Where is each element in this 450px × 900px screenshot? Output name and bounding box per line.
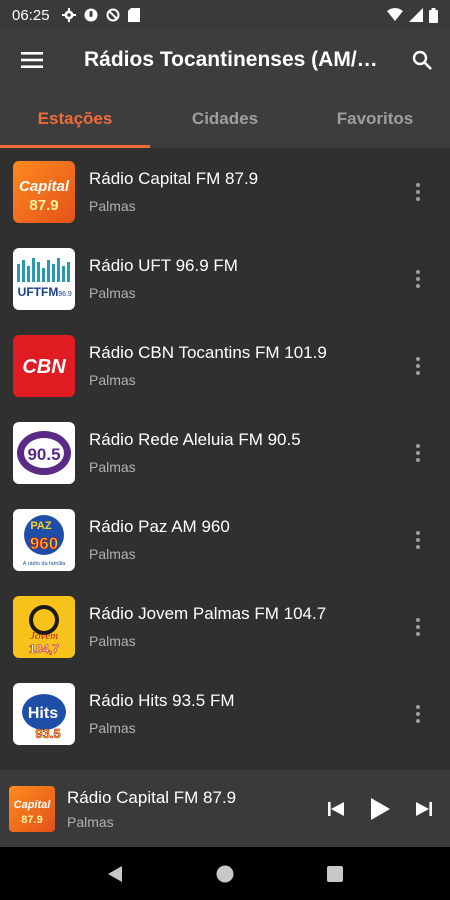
play-button[interactable] [360, 789, 400, 829]
logo-sub: 87.9 [29, 197, 58, 214]
status-bar: 06:25 [0, 0, 450, 30]
back-triangle-icon [108, 865, 122, 882]
logo-caption: A rádio da família [23, 561, 66, 567]
station-city: Palmas [89, 285, 136, 301]
next-button[interactable] [408, 789, 440, 829]
station-item[interactable]: Hits 93.5 Rádio Hits 93.5 FM Palmas [0, 670, 450, 757]
logo-sub: 960 [30, 534, 58, 553]
tab-bar: Estações Cidades Favoritos [0, 90, 450, 148]
player-station-city: Palmas [67, 813, 114, 830]
logo-text: UFTFM [18, 285, 59, 299]
logo-sub: 104,7 [29, 642, 59, 656]
skip-previous-icon [328, 801, 344, 816]
station-name: Rádio Rede Aleluia FM 90.5 [89, 430, 301, 449]
search-icon [412, 50, 432, 70]
more-options-button[interactable] [398, 409, 438, 496]
player-logo-text: Capital [14, 799, 52, 811]
skip-next-icon [416, 801, 432, 816]
more-options-button[interactable] [398, 496, 438, 583]
page-title: Rádios Tocantinenses (AM/FM) [84, 48, 384, 71]
station-logo-paz: PAZ 960 A rádio da família [13, 508, 75, 571]
more-options-button[interactable] [398, 583, 438, 670]
station-logo-capital: Capital 87.9 [13, 160, 75, 223]
recents-square-icon [327, 865, 343, 882]
sd-card-icon [127, 8, 140, 22]
no-disturb-icon [106, 8, 120, 22]
settings-icon [61, 8, 76, 22]
station-item[interactable]: Jovem 104,7 Rádio Jovem Palmas FM 104.7 … [0, 583, 450, 670]
status-time: 06:25 [12, 6, 50, 24]
more-vert-icon [416, 443, 420, 462]
menu-button[interactable] [0, 30, 64, 90]
player-station-name: Rádio Capital FM 87.9 [67, 787, 237, 807]
player-logo: Capital 87.9 [9, 785, 55, 832]
station-city: Palmas [89, 546, 136, 562]
station-item[interactable]: PAZ 960 A rádio da família Rádio Paz AM … [0, 496, 450, 583]
home-button[interactable] [205, 854, 245, 894]
logo-text: Capital [19, 178, 70, 195]
more-options-button[interactable] [398, 670, 438, 757]
station-item[interactable]: UFTFM 96.9 Rádio UFT 96.9 FM Palmas [0, 235, 450, 322]
player-logo-sub: 87.9 [21, 814, 42, 826]
logo-text: CBN [22, 356, 66, 378]
station-name: Rádio Jovem Palmas FM 104.7 [89, 604, 327, 623]
hamburger-menu-icon [21, 52, 43, 68]
tab-favoritos[interactable]: Favoritos [300, 90, 450, 148]
back-button[interactable] [95, 854, 135, 894]
station-name: Rádio UFT 96.9 FM [89, 256, 238, 275]
logo-sub: 93.5 [35, 726, 60, 741]
station-city: Palmas [89, 633, 136, 649]
mini-player[interactable]: Capital 87.9 Rádio Capital FM 87.9 Palma… [0, 770, 450, 847]
tab-cidades[interactable]: Cidades [150, 90, 300, 148]
play-icon [371, 797, 390, 820]
more-vert-icon [416, 617, 420, 636]
system-nav-bar [0, 847, 450, 900]
station-item[interactable]: 90.5 Rádio Rede Aleluia FM 90.5 Palmas [0, 409, 450, 496]
station-item[interactable]: Capital 87.9 Rádio Capital FM 87.9 Palma… [0, 148, 450, 235]
tab-estacoes[interactable]: Estações [0, 90, 150, 148]
station-name: Rádio CBN Tocantins FM 101.9 [89, 343, 327, 362]
more-vert-icon [416, 269, 420, 288]
wifi-icon [387, 8, 403, 21]
more-options-button[interactable] [398, 148, 438, 235]
app-bar: Rádios Tocantinenses (AM/FM) [0, 30, 450, 90]
station-logo-cbn: CBN [13, 334, 75, 397]
recents-button[interactable] [315, 854, 355, 894]
station-list: Capital 87.9 Rádio Capital FM 87.9 Palma… [0, 148, 450, 770]
more-options-button[interactable] [398, 235, 438, 322]
station-name: Rádio Capital FM 87.9 [89, 169, 259, 188]
more-vert-icon [416, 182, 420, 201]
home-circle-icon [216, 865, 234, 882]
logo-text: 90.5 [27, 445, 60, 464]
more-vert-icon [416, 530, 420, 549]
station-city: Palmas [89, 198, 136, 214]
more-vert-icon [416, 704, 420, 723]
logo-sub: 96.9 [58, 291, 72, 298]
station-city: Palmas [89, 720, 136, 736]
station-logo-uft: UFTFM 96.9 [13, 247, 75, 310]
station-city: Palmas [89, 459, 136, 475]
station-logo-hits: Hits 93.5 [13, 682, 75, 745]
search-button[interactable] [394, 30, 450, 90]
station-logo-jovem: Jovem 104,7 [13, 595, 75, 658]
more-vert-icon [416, 356, 420, 375]
logo-text: Jovem [30, 630, 58, 642]
station-logo-aleluia: 90.5 [13, 421, 75, 484]
station-name: Rádio Hits 93.5 FM [89, 691, 235, 710]
station-city: Palmas [89, 372, 136, 388]
station-item[interactable]: CBN Rádio CBN Tocantins FM 101.9 Palmas [0, 322, 450, 409]
signal-icon [409, 8, 423, 22]
station-name: Rádio Paz AM 960 [89, 517, 230, 536]
logo-text: PAZ [30, 520, 51, 532]
logo-text: Hits [28, 705, 58, 722]
microphone-icon [84, 8, 98, 22]
previous-button[interactable] [320, 789, 352, 829]
more-options-button[interactable] [398, 322, 438, 409]
battery-icon [429, 7, 438, 23]
